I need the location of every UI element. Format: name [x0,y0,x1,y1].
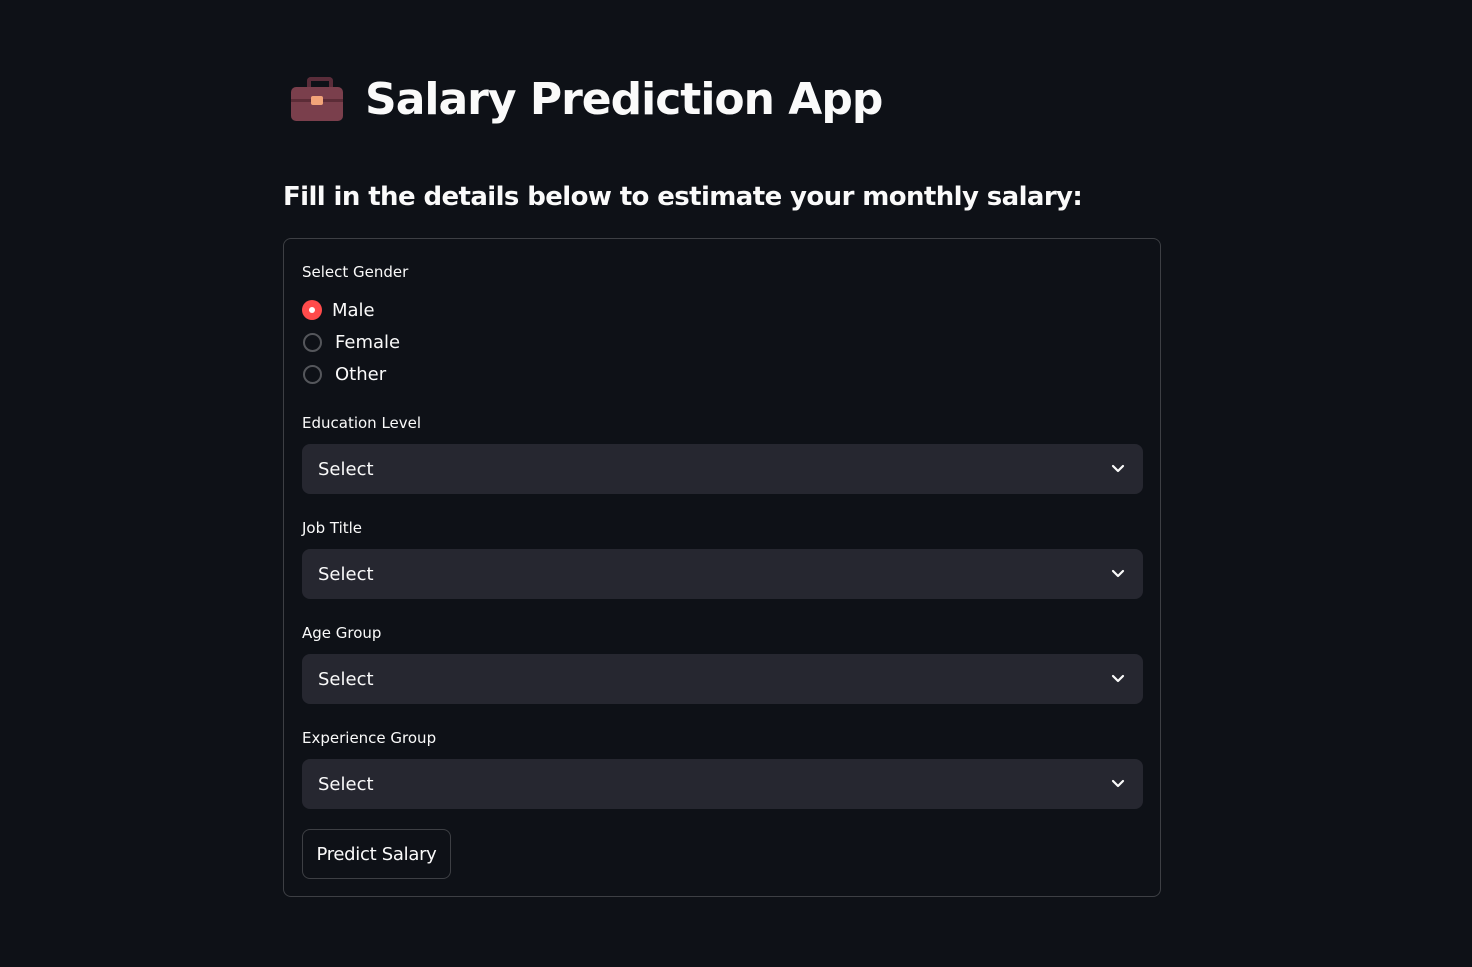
radio-unchecked-icon[interactable] [303,332,322,352]
gender-option-other[interactable]: Other [302,362,386,386]
gender-label: Select Gender [302,263,409,281]
chevron-down-icon[interactable] [1109,775,1127,793]
title-row: Salary Prediction App [289,66,883,132]
radio-label: Other [335,363,387,385]
predict-salary-button[interactable]: Predict Salary [302,829,451,879]
radio-label: Male [332,299,375,321]
age-group-select[interactable]: Select [302,654,1143,704]
chevron-down-icon[interactable] [1109,460,1127,478]
education-select-value: Select [318,458,374,480]
experience-group-label: Experience Group [302,729,437,747]
briefcase-icon [289,75,345,123]
radio-checked-icon[interactable] [302,300,322,320]
age-group-select-value: Select [318,668,374,690]
experience-group-select-value: Select [318,773,374,795]
education-label: Education Level [302,414,422,432]
education-select[interactable]: Select [302,444,1143,494]
radio-label: Female [335,331,401,353]
job-title-select[interactable]: Select [302,549,1143,599]
job-title-label: Job Title [302,519,363,537]
salary-form: Select Gender Male Female Other Educatio… [283,238,1161,897]
page-title: Salary Prediction App [365,73,883,125]
age-group-label: Age Group [302,624,382,642]
chevron-down-icon[interactable] [1109,565,1127,583]
job-title-select-value: Select [318,563,374,585]
gender-option-female[interactable]: Female [302,330,400,354]
experience-group-select[interactable]: Select [302,759,1143,809]
chevron-down-icon[interactable] [1109,670,1127,688]
form-subtitle: Fill in the details below to estimate yo… [283,182,1083,212]
radio-unchecked-icon[interactable] [303,364,322,384]
gender-option-male[interactable]: Male [302,298,375,322]
